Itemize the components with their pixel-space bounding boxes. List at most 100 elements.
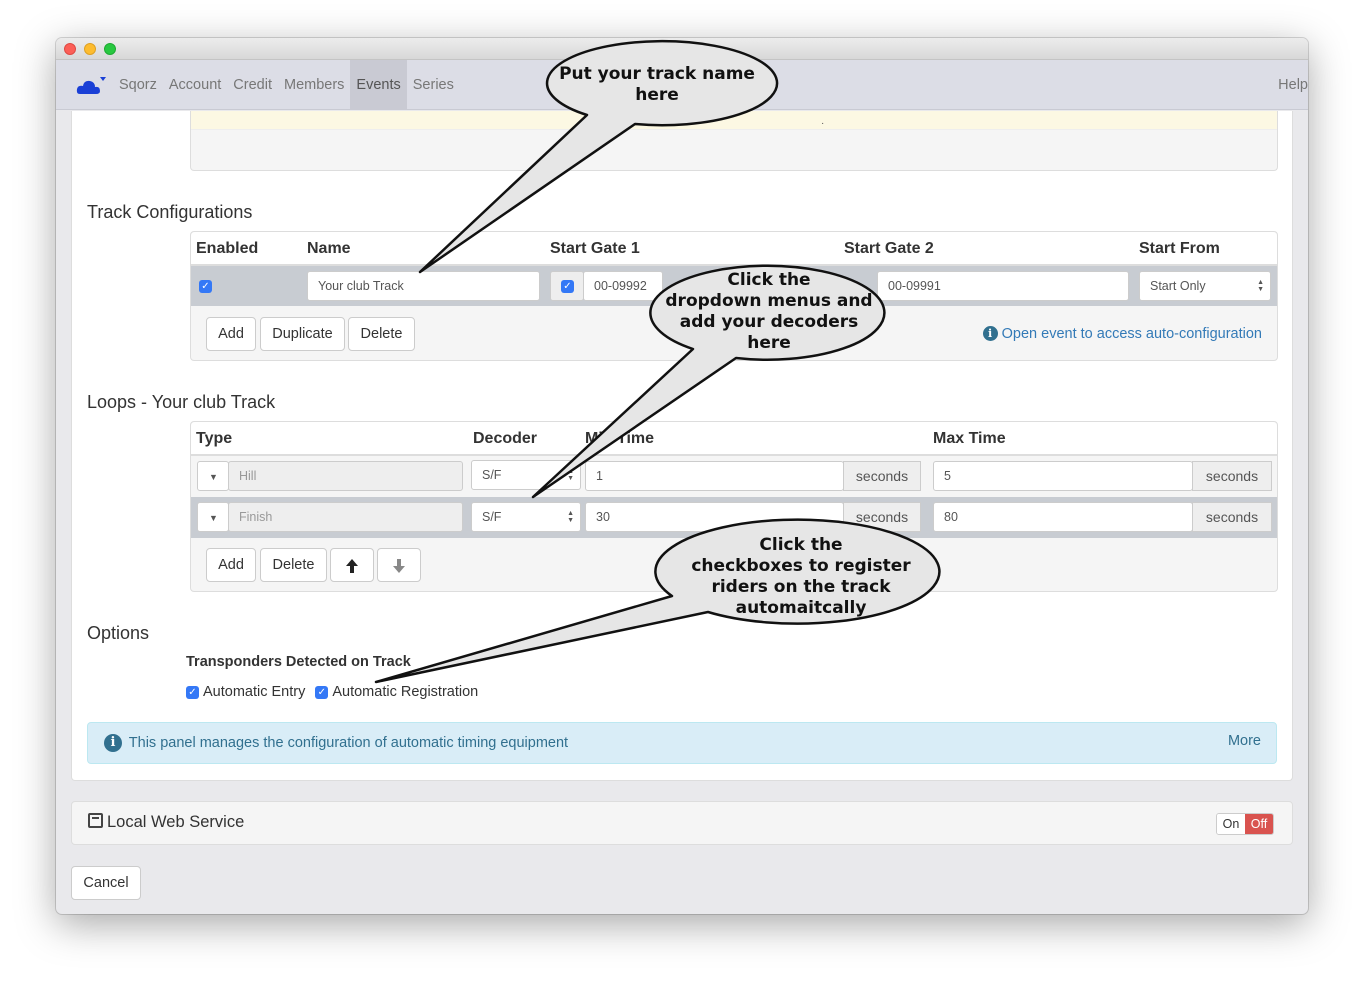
- window-icon: [88, 813, 103, 828]
- info-icon: i: [104, 734, 122, 752]
- col-min-time: Min Time: [585, 430, 655, 447]
- on-off-toggle[interactable]: On Off: [1216, 813, 1274, 835]
- col-start-gate-1: Start Gate 1: [550, 240, 640, 257]
- max-time-input[interactable]: 80: [933, 502, 1193, 532]
- col-decoder: Decoder: [473, 430, 538, 447]
- options-row: ✓ Automatic Entry ✓ Automatic Registrati…: [186, 684, 488, 700]
- decoder-select[interactable]: S/F ▲ ▼: [471, 502, 581, 532]
- more-link[interactable]: More: [1228, 733, 1261, 749]
- nav-series[interactable]: Series: [407, 60, 460, 110]
- max-time-unit: seconds: [1192, 502, 1272, 532]
- nav-help[interactable]: Help: [1278, 60, 1308, 110]
- top-block: ·: [190, 111, 1278, 171]
- min-time-unit: seconds: [843, 461, 921, 491]
- loop-type-input[interactable]: Hill: [228, 461, 463, 491]
- local-web-service-title: Local Web Service: [88, 813, 244, 832]
- automatic-registration-label: Automatic Registration: [332, 684, 479, 700]
- auto-config-link[interactable]: i Open event to access auto-configuratio…: [982, 326, 1262, 342]
- window-title: Sqorz: [665, 42, 699, 57]
- toggle-off[interactable]: Off: [1245, 814, 1273, 834]
- callout-line: checkboxes to register: [691, 556, 911, 576]
- start-gate-2-select[interactable]: 00-09991: [877, 271, 1129, 301]
- min-time-unit: seconds: [843, 502, 921, 532]
- callout-decoders-text: Click the dropdown menus and add your de…: [660, 270, 878, 354]
- callout-line: Click the: [759, 535, 843, 555]
- start-gate-1-select[interactable]: 00-09992: [583, 271, 663, 301]
- callout-line: automaitcally: [735, 598, 867, 618]
- max-time-input[interactable]: 5: [933, 461, 1193, 491]
- callout-checkboxes-text: Click the checkboxes to register riders …: [668, 535, 934, 619]
- callout-line: add your decoders: [679, 312, 859, 332]
- callout-line: Click the: [727, 270, 811, 290]
- start-from-value: Start Only: [1150, 279, 1206, 293]
- nav-members[interactable]: Members: [278, 60, 350, 110]
- options-heading: Options: [87, 623, 150, 643]
- callout-line: here: [635, 85, 679, 105]
- nav-sqorz[interactable]: Sqorz: [113, 60, 163, 110]
- col-max-time: Max Time: [933, 430, 1006, 447]
- main-content: · Track Configurations Enabled Name Star…: [56, 111, 1308, 914]
- app-window: Sqorz Sqorz Account Credit Members Event…: [56, 38, 1308, 914]
- loops-header: Type Decoder Min Time Max Time: [191, 422, 1277, 456]
- track-config-header: Enabled Name Start Gate 1 Start Gate 2 S…: [191, 232, 1277, 266]
- col-type: Type: [196, 430, 233, 447]
- move-up-button[interactable]: [330, 548, 374, 582]
- decoder-value: S/F: [482, 510, 502, 524]
- col-enabled: Enabled: [196, 240, 259, 257]
- add-track-button[interactable]: Add: [206, 317, 256, 351]
- automatic-entry-checkbox[interactable]: ✓: [186, 685, 199, 699]
- select-arrows-icon: ▲ ▼: [1257, 279, 1264, 293]
- delete-loop-button[interactable]: Delete: [260, 548, 327, 582]
- table-row: ▼ Finish S/F ▲ ▼ 30 seconds 80 seconds: [191, 497, 1277, 538]
- col-start-from: Start From: [1139, 240, 1220, 257]
- automatic-entry-label: Automatic Entry: [203, 684, 306, 700]
- automatic-registration-checkbox[interactable]: ✓: [315, 685, 329, 699]
- enabled-checkbox[interactable]: ✓: [199, 280, 212, 293]
- max-time-unit: seconds: [1192, 461, 1272, 491]
- title-bar: Sqorz: [56, 38, 1308, 60]
- arrow-down-icon: [393, 559, 405, 573]
- min-time-input[interactable]: 1: [585, 461, 844, 491]
- caret-down-icon: ▼: [209, 513, 218, 523]
- duplicate-track-button[interactable]: Duplicate: [260, 317, 345, 351]
- type-dropdown-toggle[interactable]: ▼: [197, 502, 229, 532]
- warning-strip: ·: [191, 111, 1277, 130]
- start-from-select[interactable]: Start Only ▲ ▼: [1139, 271, 1271, 301]
- info-alert: i This panel manages the configuration o…: [87, 722, 1277, 764]
- type-dropdown-toggle[interactable]: ▼: [197, 461, 229, 491]
- transponders-label: Transponders Detected on Track: [186, 654, 411, 670]
- callout-line: here: [747, 333, 791, 353]
- auto-config-link-text: Open event to access auto-configuration: [1001, 326, 1262, 342]
- loop-type-input[interactable]: Finish: [228, 502, 463, 532]
- move-down-button[interactable]: [377, 548, 421, 582]
- caret-down-icon: ▼: [209, 472, 218, 482]
- alert-text: i This panel manages the configuration o…: [104, 734, 568, 752]
- col-name: Name: [307, 240, 351, 257]
- min-time-input[interactable]: 30: [585, 502, 844, 532]
- callout-line: Put your track name: [559, 64, 755, 84]
- delete-track-button[interactable]: Delete: [348, 317, 415, 351]
- gate1-checkbox[interactable]: ✓: [561, 280, 574, 293]
- cancel-button[interactable]: Cancel: [71, 866, 141, 900]
- local-web-service-panel: Local Web Service On Off: [71, 801, 1293, 845]
- local-web-service-label: Local Web Service: [107, 813, 245, 831]
- nav-account[interactable]: Account: [163, 60, 227, 110]
- add-loop-button[interactable]: Add: [206, 548, 256, 582]
- callout-track-name-text: Put your track name here: [552, 64, 762, 106]
- nav-events[interactable]: Events: [350, 60, 407, 110]
- col-start-gate-2: Start Gate 2: [844, 240, 934, 257]
- track-name-input[interactable]: Your club Track: [307, 271, 540, 301]
- select-arrows-icon: ▲ ▼: [567, 468, 574, 482]
- toggle-on[interactable]: On: [1217, 814, 1245, 834]
- decoder-select[interactable]: S/F ▲ ▼: [471, 460, 581, 490]
- select-arrows-icon: ▲ ▼: [567, 510, 574, 524]
- callout-line: riders on the track: [711, 577, 891, 597]
- decoder-value: S/F: [482, 468, 502, 482]
- cloud-logo-icon[interactable]: [76, 74, 106, 96]
- loops-heading: Loops - Your club Track: [87, 392, 276, 412]
- nav-credit[interactable]: Credit: [227, 60, 278, 110]
- table-row: ▼ Hill S/F ▲ ▼ 1 seconds 5 seconds: [191, 456, 1277, 497]
- callout-line: dropdown menus and: [665, 291, 873, 311]
- track-config-heading: Track Configurations: [87, 202, 253, 222]
- alert-message: This panel manages the configuration of …: [128, 735, 569, 751]
